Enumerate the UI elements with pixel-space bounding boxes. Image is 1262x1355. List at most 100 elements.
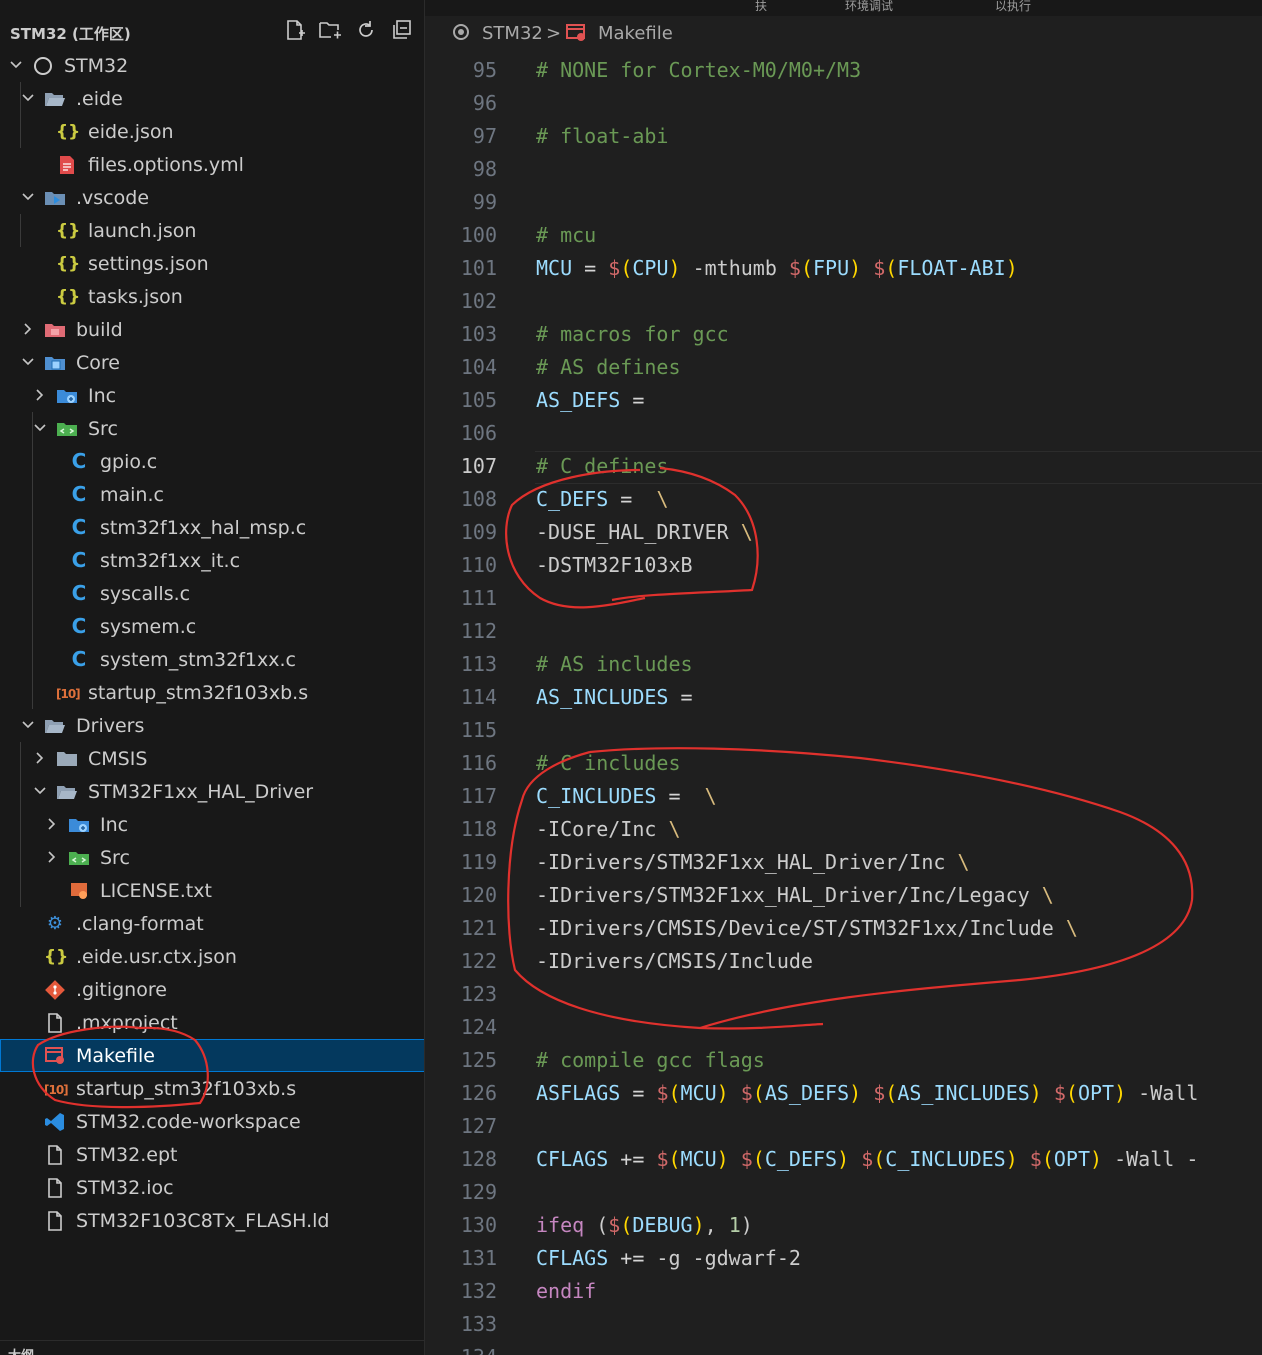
tree-item[interactable]: [10] startup_stm32f103xb.s [0,1072,424,1105]
tree-item[interactable]: {} launch.json [0,214,424,247]
tree-item[interactable]: LICENSE.txt [0,874,424,907]
code-line[interactable]: # C includes [536,747,681,780]
breadcrumb-root[interactable]: STM32 [482,23,543,44]
tree-item[interactable]: Src [0,412,424,445]
code-line[interactable]: AS_INCLUDES = [536,681,693,714]
chevron-down-icon[interactable] [32,775,48,808]
chevron-down-icon[interactable] [20,82,36,115]
tab-3[interactable]: 以执行 [995,0,1031,16]
code-line[interactable]: # float-abi [536,120,668,153]
line-number: 99 [472,190,497,214]
breadcrumb-file[interactable]: Makefile [598,23,673,44]
chevron-right-icon[interactable] [44,841,60,874]
c-file-icon: C [71,482,87,506]
code-line[interactable]: endif [536,1275,596,1308]
chevron-down-icon[interactable] [8,49,24,82]
code-line[interactable]: MCU = $(CPU) -mthumb $(FPU) $(FLOAT-ABI) [536,252,1018,285]
refresh-icon[interactable] [353,19,379,45]
code-line[interactable]: # NONE for Cortex-M0/M0+/M3 [536,54,861,87]
tree-item[interactable]: CMSIS [0,742,424,775]
line-number: 95 [472,58,497,82]
tree-item[interactable]: STM32.code-workspace [0,1105,424,1138]
tree-item[interactable]: Csysmem.c [0,610,424,643]
tab-1[interactable]: 扶 [755,0,767,16]
tree-item[interactable]: {} eide.json [0,115,424,148]
tree-item[interactable]: Cmain.c [0,478,424,511]
json-icon: {} [56,254,81,274]
chevron-down-icon[interactable] [20,181,36,214]
tree-item[interactable]: files.options.yml [0,148,424,181]
tree-item[interactable]: Drivers [0,709,424,742]
tree-item[interactable]: STM32F1xx_HAL_Driver [0,775,424,808]
chevron-down-icon[interactable] [20,709,36,742]
chevron-right-icon[interactable] [32,379,48,412]
code-line[interactable]: C_INCLUDES = \ [536,780,717,813]
code-line[interactable]: # AS defines [536,351,681,384]
tree-item[interactable]: Src [0,841,424,874]
code-line[interactable]: -ICore/Inc \ [536,813,681,846]
tree-item[interactable]: Csystem_stm32f1xx.c [0,643,424,676]
code-line[interactable]: # macros for gcc [536,318,729,351]
tree-item-label: main.c [100,484,164,506]
tree-item[interactable]: STM32.ept [0,1138,424,1171]
code-line[interactable]: # mcu [536,219,596,252]
code-line[interactable]: -IDrivers/CMSIS/Device/ST/STM32F1xx/Incl… [536,912,1078,945]
tree-item-label: tasks.json [88,286,183,308]
tree-item[interactable]: .eide [0,82,424,115]
new-folder-icon[interactable] [317,19,343,45]
code-line[interactable]: -DSTM32F103xB [536,549,693,582]
tree-item-label: files.options.yml [88,154,244,176]
git-icon [44,979,66,1001]
chevron-right-icon[interactable] [20,313,36,346]
code-line[interactable]: # AS includes [536,648,693,681]
code-editor[interactable]: 95 96 97 98 99 100 101 102 103 104 105 106 107 108 109… [425,50,1262,1355]
tree-item[interactable]: Inc [0,808,424,841]
code-line[interactable]: AS_DEFS = [536,384,644,417]
tree-item[interactable]: STM32 [0,49,424,82]
tree-item[interactable]: .mxproject [0,1006,424,1039]
code-line[interactable]: # C defines [536,450,668,483]
chevron-down-icon[interactable] [32,412,48,445]
collapse-all-icon[interactable] [389,19,415,45]
json-icon: {} [56,287,81,307]
tree-item[interactable]: {} .eide.usr.ctx.json [0,940,424,973]
tree-item[interactable]: build [0,313,424,346]
code-line[interactable]: ifeq ($(DEBUG), 1) [536,1209,753,1242]
tree-item[interactable]: .gitignore [0,973,424,1006]
line-number: 131 [460,1246,497,1270]
code-line[interactable]: -IDrivers/CMSIS/Include [536,945,813,978]
tree-item[interactable]: {} tasks.json [0,280,424,313]
new-file-icon[interactable] [282,19,308,45]
tree-item[interactable]: {} settings.json [0,247,424,280]
tree-item[interactable]: Core [0,346,424,379]
chevron-right-icon[interactable] [32,742,48,775]
code-line[interactable]: CFLAGS += $(MCU) $(C_DEFS) $(C_INCLUDES)… [536,1143,1198,1176]
tree-item[interactable]: Makefile [0,1039,424,1072]
code-line[interactable]: -IDrivers/STM32F1xx_HAL_Driver/Inc/Legac… [536,879,1054,912]
tree-item[interactable]: ⚙ .clang-format [0,907,424,940]
code-line[interactable]: -IDrivers/STM32F1xx_HAL_Driver/Inc \ [536,846,969,879]
tree-item[interactable]: Csyscalls.c [0,577,424,610]
tree-item-label: startup_stm32f103xb.s [76,1078,297,1100]
code-line[interactable]: C_DEFS = \ [536,483,668,516]
tab-2[interactable]: 环境调试 [845,0,893,16]
tree-item[interactable]: .vscode [0,181,424,214]
tree-item[interactable]: Cstm32f1xx_hal_msp.c [0,511,424,544]
code-line[interactable]: # compile gcc flags [536,1044,765,1077]
outline-section-header[interactable]: 大纲 [0,1340,424,1355]
tree-item[interactable]: Cgpio.c [0,445,424,478]
code-line[interactable]: CFLAGS += -g -gdwarf-2 [536,1242,801,1275]
code-line[interactable]: -DUSE_HAL_DRIVER \ [536,516,753,549]
tree-item[interactable]: STM32.ioc [0,1171,424,1204]
line-number: 104 [460,355,497,379]
tree-item[interactable]: STM32F103C8Tx_FLASH.ld [0,1204,424,1237]
tree-item-label: gpio.c [100,451,158,473]
chevron-down-icon[interactable] [20,346,36,379]
tree-item[interactable]: Cstm32f1xx_it.c [0,544,424,577]
chevron-right-icon[interactable] [44,808,60,841]
tree-item[interactable]: [10] startup_stm32f103xb.s [0,676,424,709]
code-line[interactable]: ASFLAGS = $(MCU) $(AS_DEFS) $(AS_INCLUDE… [536,1077,1198,1110]
file-icon [44,1012,66,1034]
inc-folder-icon [68,814,90,836]
tree-item[interactable]: Inc [0,379,424,412]
